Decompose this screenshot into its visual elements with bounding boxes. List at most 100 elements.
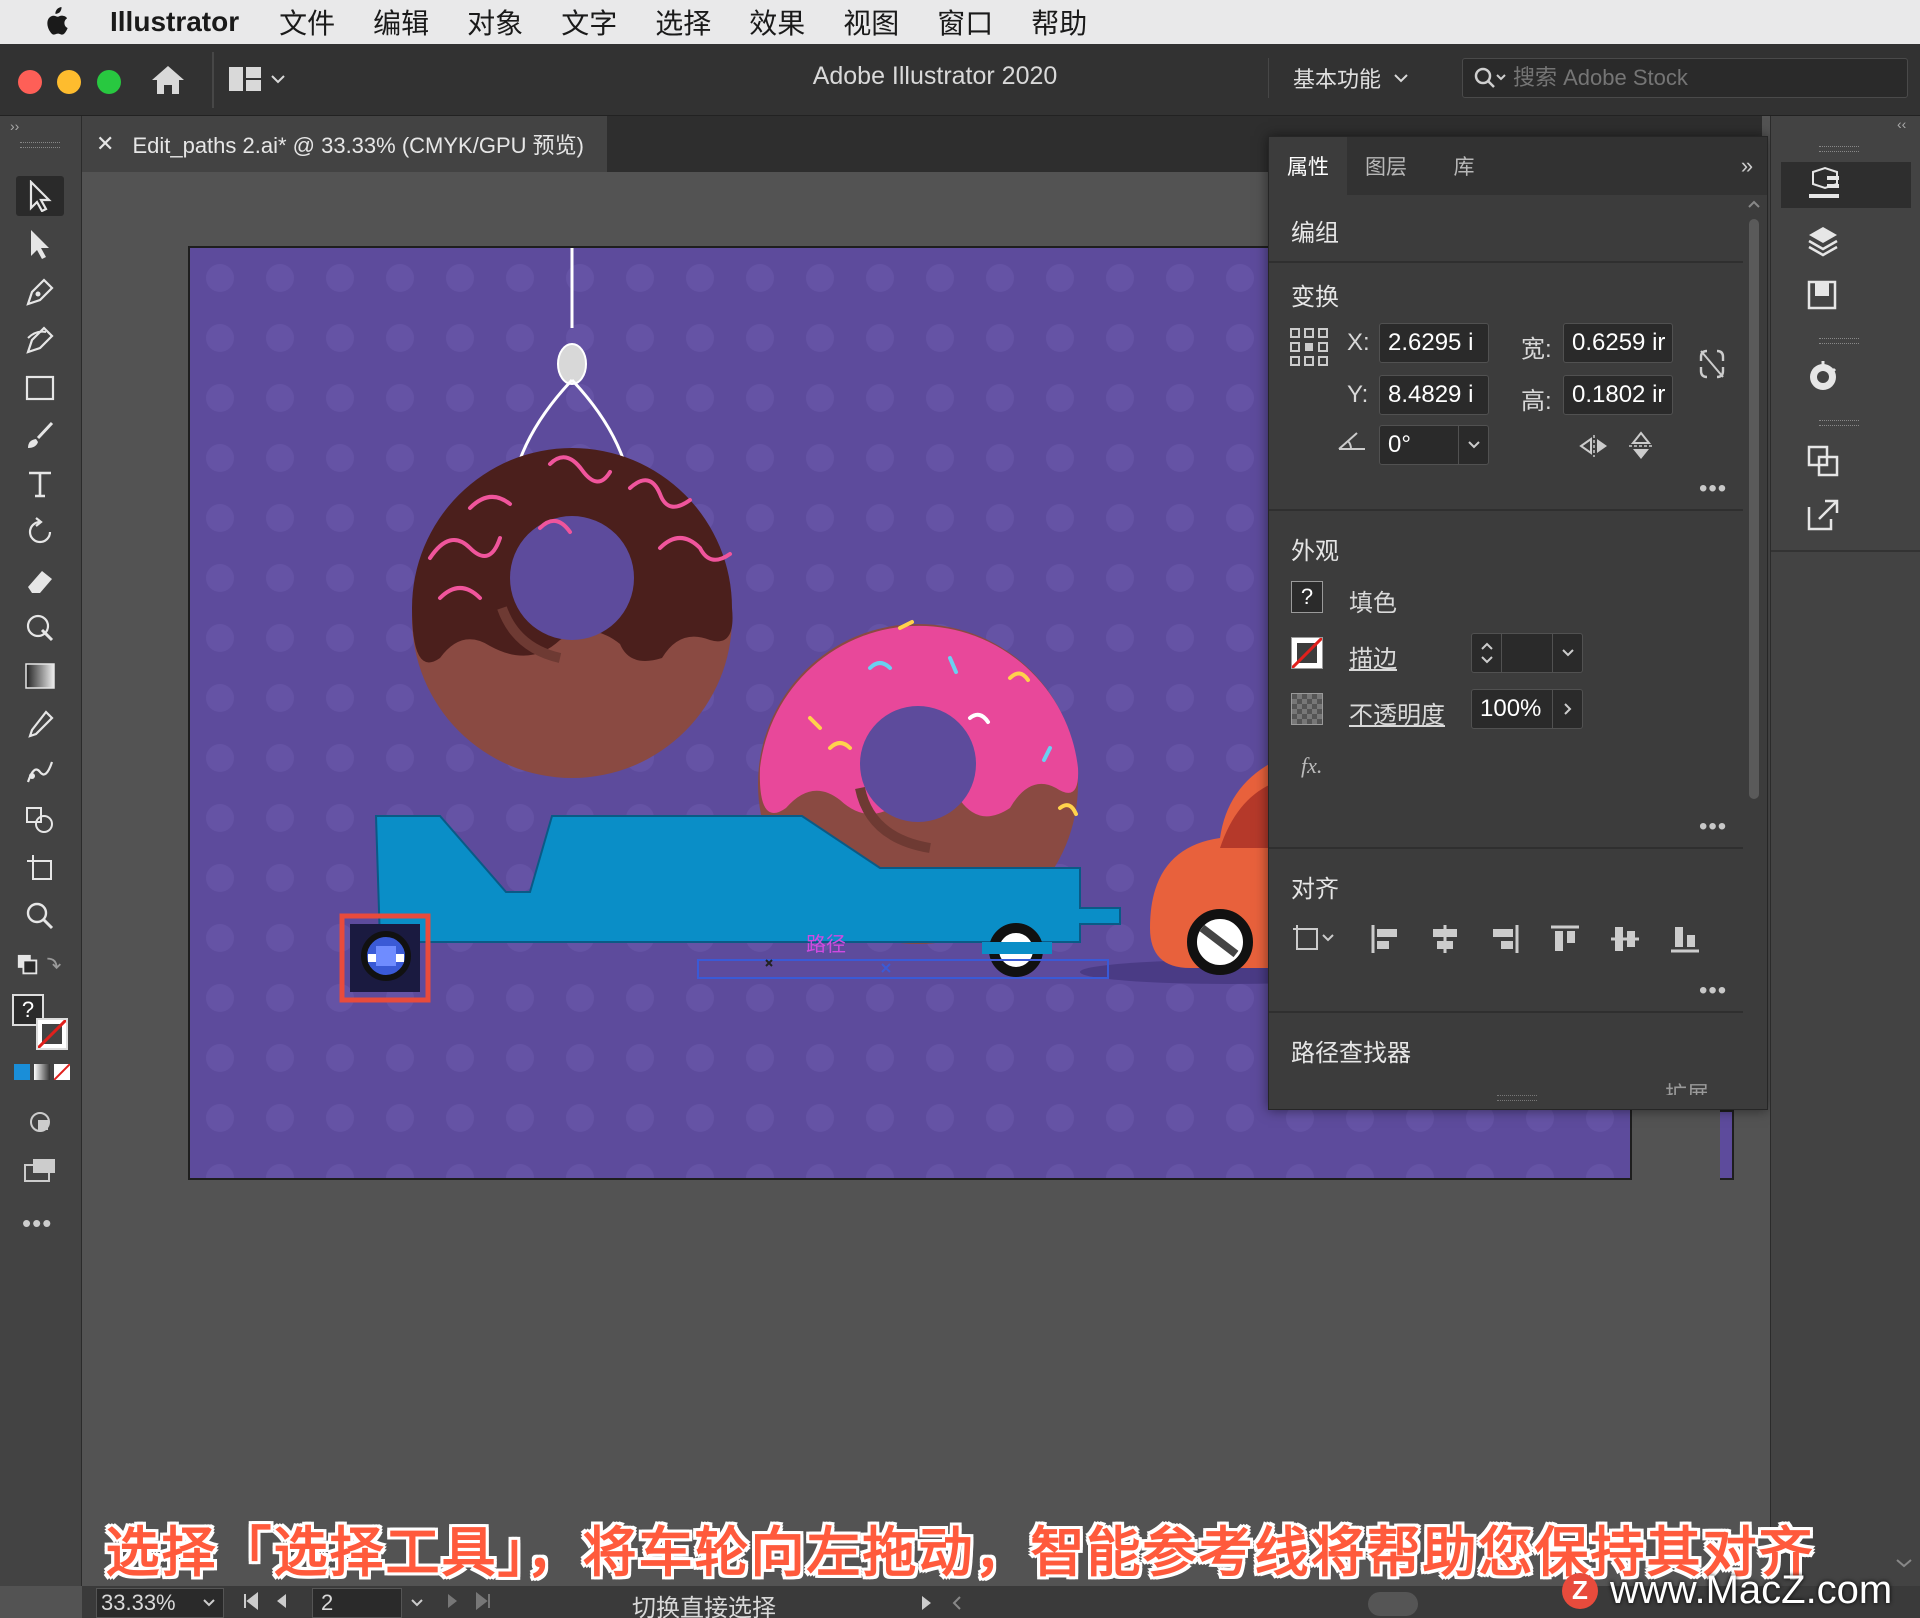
stroke-weight-field[interactable] xyxy=(1471,633,1583,673)
expand-dock-icon[interactable]: ‹‹ xyxy=(1897,116,1906,132)
flip-vertical-icon[interactable] xyxy=(1627,431,1655,461)
swap-fill-stroke-icon[interactable] xyxy=(16,946,64,986)
align-horizontal-center-icon[interactable] xyxy=(1429,923,1461,955)
menu-object[interactable]: 对象 xyxy=(467,2,523,42)
panel-scrollbar[interactable] xyxy=(1743,197,1765,1097)
previous-artboard-icon[interactable] xyxy=(274,1592,288,1610)
color-mode-buttons[interactable] xyxy=(14,1064,70,1080)
stroke-swatch-icon[interactable] xyxy=(36,1018,68,1050)
artboard-number-field[interactable]: 2 xyxy=(312,1588,402,1618)
menu-effect[interactable]: 效果 xyxy=(749,2,805,42)
flip-horizontal-icon[interactable] xyxy=(1579,433,1609,459)
close-tab-icon[interactable]: ✕ xyxy=(96,131,114,157)
libraries-panel-icon[interactable] xyxy=(1781,272,1911,318)
type-tool-icon[interactable] xyxy=(16,464,64,504)
x-position-field[interactable]: 2.6295 i xyxy=(1379,323,1489,363)
blend-tool-icon[interactable] xyxy=(16,752,64,792)
screen-mode-icon[interactable] xyxy=(16,1150,64,1190)
menu-type[interactable]: 文字 xyxy=(561,2,617,42)
stroke-color-swatch[interactable] xyxy=(1291,637,1323,669)
zoom-dropdown-icon[interactable] xyxy=(194,1590,224,1616)
transform-panel-icon[interactable] xyxy=(1781,438,1911,484)
effects-fx-icon[interactable]: fx. xyxy=(1301,753,1322,779)
document-tab[interactable]: ✕ Edit_paths 2.ai* @ 33.33% (CMYK/GPU 预览… xyxy=(82,116,607,172)
rotation-field[interactable]: 0° xyxy=(1379,425,1489,465)
tab-libraries[interactable]: 库 xyxy=(1425,137,1503,195)
scroll-thumb[interactable] xyxy=(1749,219,1759,799)
menu-edit[interactable]: 编辑 xyxy=(373,2,429,42)
rotate-tool-icon[interactable] xyxy=(16,512,64,552)
opacity-field[interactable]: 100% xyxy=(1471,689,1583,729)
menu-help[interactable]: 帮助 xyxy=(1031,2,1087,42)
none-icon[interactable] xyxy=(54,1064,70,1080)
align-to-selection-icon[interactable] xyxy=(1293,923,1337,953)
align-more-options-icon[interactable]: ••• xyxy=(1699,977,1727,1005)
paintbrush-tool-icon[interactable] xyxy=(16,416,64,456)
align-left-icon[interactable] xyxy=(1369,923,1401,955)
selection-tool-icon[interactable] xyxy=(16,176,64,216)
status-menu-icon[interactable] xyxy=(920,1594,934,1612)
tab-properties[interactable]: 属性 xyxy=(1269,137,1347,195)
opacity-label[interactable]: 不透明度 xyxy=(1349,695,1445,730)
stock-search-input[interactable] xyxy=(1513,65,1893,91)
transform-more-options-icon[interactable]: ••• xyxy=(1699,475,1727,503)
puppet-warp-tool-icon[interactable] xyxy=(16,608,64,648)
color-icon[interactable] xyxy=(14,1064,30,1080)
tab-layers[interactable]: 图层 xyxy=(1347,137,1425,195)
layers-panel-icon[interactable] xyxy=(1781,218,1911,264)
appearance-more-options-icon[interactable]: ••• xyxy=(1699,813,1727,841)
dock-grip[interactable] xyxy=(1819,146,1859,152)
pathfinder-expand-button[interactable]: 扩展 xyxy=(1665,1077,1709,1095)
eyedropper-tool-icon[interactable] xyxy=(16,704,64,744)
collapse-toolbar-icon[interactable]: ›› xyxy=(10,118,19,134)
stroke-weight-stepper-icon[interactable] xyxy=(1472,634,1502,672)
align-bottom-icon[interactable] xyxy=(1669,923,1701,955)
next-artboard-icon[interactable] xyxy=(446,1592,460,1610)
workspace-switcher[interactable]: 基本功能 xyxy=(1268,58,1409,98)
horizontal-scroll-left-icon[interactable] xyxy=(950,1594,964,1612)
menu-window[interactable]: 窗口 xyxy=(937,2,993,42)
align-vertical-center-icon[interactable] xyxy=(1609,923,1641,955)
y-position-field[interactable]: 8.4829 i xyxy=(1379,375,1489,415)
rotation-dropdown-icon[interactable] xyxy=(1458,426,1488,464)
artboard-dropdown-icon[interactable] xyxy=(402,1590,432,1616)
draw-mode-icon[interactable] xyxy=(16,1102,64,1142)
zoom-tool-icon[interactable] xyxy=(16,896,64,936)
align-top-icon[interactable] xyxy=(1549,923,1581,955)
export-panel-icon[interactable] xyxy=(1781,492,1911,538)
properties-panel-icon[interactable] xyxy=(1781,162,1911,208)
opacity-expand-icon[interactable] xyxy=(1552,690,1582,728)
artboard-tool-icon[interactable] xyxy=(16,848,64,888)
collapse-panel-icon[interactable]: » xyxy=(1727,137,1767,195)
pen-tool-icon[interactable] xyxy=(16,272,64,312)
width-field[interactable]: 0.6259 ir xyxy=(1563,323,1673,363)
height-field[interactable]: 0.1802 ir xyxy=(1563,375,1673,415)
apple-icon[interactable] xyxy=(0,7,110,37)
eraser-tool-icon[interactable] xyxy=(16,560,64,600)
align-right-icon[interactable] xyxy=(1489,923,1521,955)
fill-color-swatch[interactable]: ? xyxy=(1291,581,1323,613)
menu-select[interactable]: 选择 xyxy=(655,2,711,42)
stroke-label[interactable]: 描边 xyxy=(1349,639,1397,674)
dock-grip[interactable] xyxy=(1819,420,1859,426)
gradient-icon[interactable] xyxy=(34,1064,50,1080)
panel-resize-grip[interactable] xyxy=(1497,1095,1537,1101)
color-guide-panel-icon[interactable] xyxy=(1781,354,1911,400)
shape-builder-tool-icon[interactable] xyxy=(16,800,64,840)
dock-grip[interactable] xyxy=(1819,338,1859,344)
reference-point-icon[interactable] xyxy=(1289,327,1329,367)
constrain-proportions-icon[interactable] xyxy=(1697,347,1727,381)
direct-selection-tool-icon[interactable] xyxy=(16,224,64,264)
horizontal-scroll-thumb[interactable] xyxy=(1368,1592,1418,1616)
menu-view[interactable]: 视图 xyxy=(843,2,899,42)
first-artboard-icon[interactable] xyxy=(242,1592,260,1610)
curvature-tool-icon[interactable] xyxy=(16,320,64,360)
status-text[interactable]: 切换直接选择 xyxy=(632,1588,776,1618)
rectangle-tool-icon[interactable] xyxy=(16,368,64,408)
gradient-tool-icon[interactable] xyxy=(16,656,64,696)
edit-toolbar-more-icon[interactable]: ••• xyxy=(22,1208,52,1239)
fill-stroke-swatches[interactable]: ? xyxy=(10,992,72,1052)
menu-file[interactable]: 文件 xyxy=(279,2,335,42)
toolbar-grip[interactable] xyxy=(20,142,60,148)
stock-search-field[interactable] xyxy=(1462,58,1908,98)
